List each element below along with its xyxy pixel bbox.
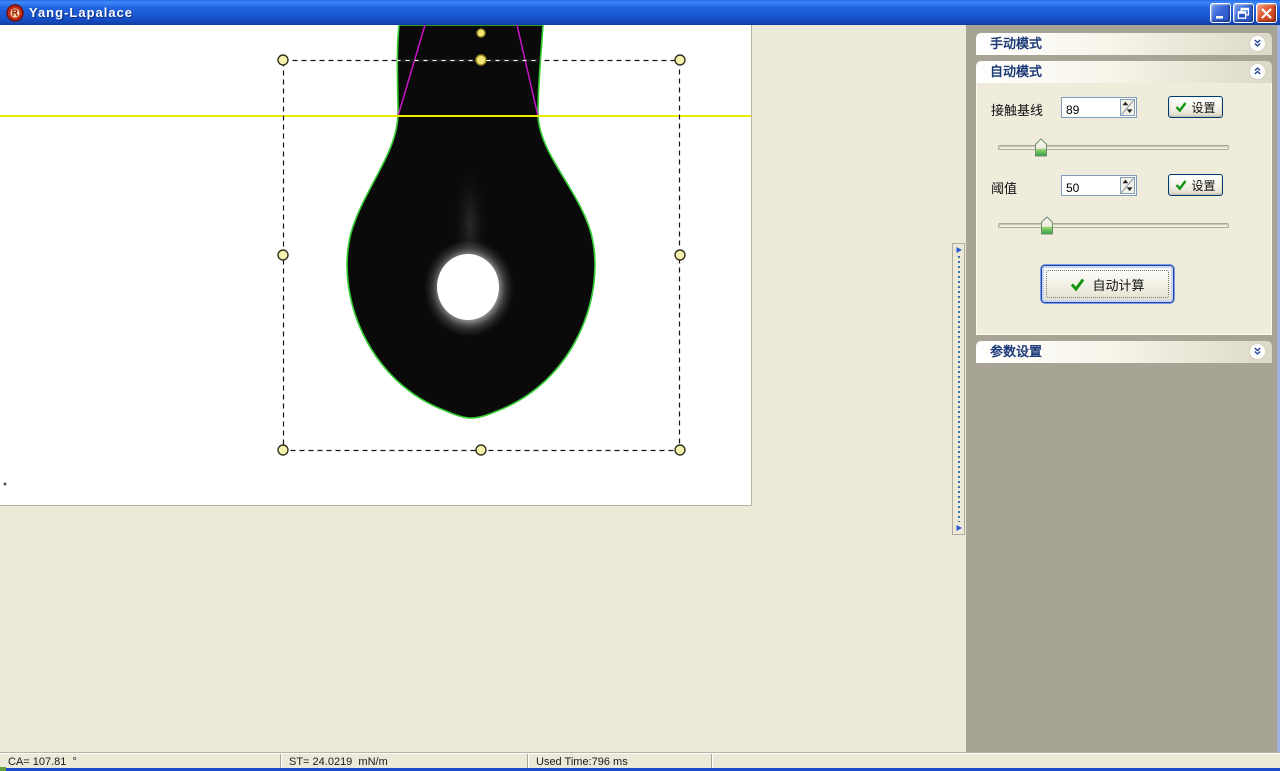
baseline-slider-track[interactable] (998, 145, 1229, 150)
handle-bottom-right[interactable] (675, 445, 685, 455)
resize-grip (0, 767, 6, 771)
section-header-auto-mode[interactable]: 自动模式 (976, 61, 1272, 83)
splitter-dots (958, 256, 960, 522)
auto-mode-panel: 接触基线 设置 (976, 83, 1272, 335)
handle-mid-left[interactable] (278, 250, 288, 260)
status-empty (712, 754, 1280, 769)
restore-icon (1237, 7, 1250, 20)
auto-calculate-button[interactable]: 自动计算 (1041, 265, 1174, 303)
chevron-down-icon[interactable] (1249, 35, 1266, 52)
title-bar: Yang-Lapalace (0, 0, 1280, 25)
drop-highlight (437, 254, 499, 320)
check-icon (1070, 277, 1085, 292)
handle-bottom-center[interactable] (476, 445, 486, 455)
threshold-label: 阈值 (991, 178, 1017, 197)
baseline-slider[interactable] (998, 137, 1229, 157)
threshold-set-button[interactable]: 设置 (1168, 174, 1223, 196)
splitter-arrow-top-icon (955, 246, 963, 254)
splitter-bar[interactable] (952, 243, 965, 535)
restore-button[interactable] (1233, 3, 1254, 23)
status-contact-angle: CA= 107.81 ° (0, 754, 281, 769)
close-button[interactable] (1256, 3, 1277, 23)
handle-mid-right[interactable] (675, 250, 685, 260)
status-used-time: Used Time:796 ms (528, 754, 712, 769)
app-window: Yang-Lapalace (0, 0, 1280, 771)
baseline-input[interactable] (1062, 98, 1124, 119)
drop-image (0, 25, 751, 505)
status-bar: CA= 107.81 ° ST= 24.0219 mN/m Used Time:… (0, 753, 1280, 769)
section-title: 手动模式 (990, 36, 1042, 51)
threshold-slider-track[interactable] (998, 223, 1229, 228)
status-surface-tension: ST= 24.0219 mN/m (281, 754, 528, 769)
baseline-slider-thumb[interactable] (1035, 138, 1047, 157)
stray-dot (4, 483, 7, 486)
baseline-set-button[interactable]: 设置 (1168, 96, 1223, 118)
handle-top-left[interactable] (278, 55, 288, 65)
image-viewport (0, 25, 752, 506)
handle-bottom-left[interactable] (278, 445, 288, 455)
threshold-slider-thumb[interactable] (1041, 216, 1053, 235)
client-area: 手动模式 自动模式 接触基线 (0, 25, 1280, 771)
baseline-field (1061, 97, 1137, 118)
threshold-field (1061, 175, 1137, 196)
app-icon (6, 4, 24, 22)
threshold-slider[interactable] (998, 215, 1229, 235)
handle-top-right[interactable] (675, 55, 685, 65)
baseline-label: 接触基线 (991, 100, 1043, 119)
task-pane: 手动模式 自动模式 接触基线 (966, 25, 1280, 753)
minimize-button[interactable] (1210, 3, 1231, 23)
chevron-down-icon[interactable] (1249, 343, 1266, 360)
section-title: 自动模式 (990, 64, 1042, 79)
threshold-input[interactable] (1062, 176, 1124, 197)
check-icon (1175, 179, 1187, 191)
section-header-manual-mode[interactable]: 手动模式 (976, 33, 1272, 55)
section-title: 参数设置 (990, 344, 1042, 359)
threshold-spinner[interactable] (1120, 177, 1135, 194)
check-icon (1175, 101, 1187, 113)
close-icon (1260, 7, 1273, 20)
window-title: Yang-Lapalace (29, 5, 133, 20)
splitter-arrow-bottom-icon (955, 524, 963, 532)
rotation-handle[interactable] (477, 29, 485, 37)
chevron-up-icon[interactable] (1249, 63, 1266, 80)
baseline-spinner[interactable] (1120, 99, 1135, 116)
minimize-icon (1214, 7, 1227, 20)
section-header-parameter-settings[interactable]: 参数设置 (976, 341, 1272, 363)
handle-top-center[interactable] (476, 55, 486, 65)
